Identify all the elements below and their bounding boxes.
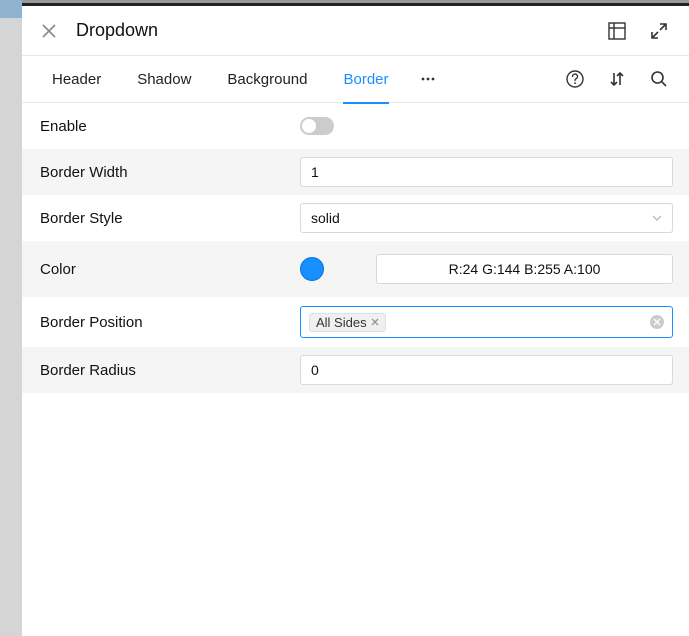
panel-title: Dropdown (76, 20, 607, 41)
prop-border-position: Border Position All Sides (22, 297, 689, 347)
tab-label: Shadow (137, 71, 191, 88)
prop-label: Border Style (38, 210, 300, 227)
select-value: solid (311, 210, 340, 226)
prop-label: Enable (38, 118, 300, 135)
help-icon[interactable] (565, 69, 585, 89)
border-radius-input[interactable] (300, 355, 673, 385)
search-icon[interactable] (649, 69, 669, 89)
chevron-down-icon (652, 215, 662, 221)
left-strip (0, 0, 22, 636)
tabs-more-icon[interactable] (407, 77, 449, 81)
properties-list: Enable Border Width Border Style solid (22, 103, 689, 393)
tab-background[interactable]: Background (209, 55, 325, 103)
prop-label: Border Radius (38, 362, 300, 379)
border-style-select[interactable]: solid (300, 203, 673, 233)
prop-label: Color (38, 261, 300, 278)
prop-label: Border Position (38, 314, 300, 331)
close-icon[interactable] (40, 22, 58, 40)
properties-panel: Dropdown Header Shadow Background Border (22, 3, 689, 636)
tag-label: All Sides (316, 315, 367, 330)
border-position-input[interactable]: All Sides (300, 306, 673, 338)
panel-header: Dropdown (22, 6, 689, 55)
tag-all-sides: All Sides (309, 313, 386, 332)
expand-icon[interactable] (649, 21, 669, 41)
prop-label: Border Width (38, 164, 300, 181)
sort-icon[interactable] (607, 69, 627, 89)
border-width-input[interactable] (300, 157, 673, 187)
layout-icon[interactable] (607, 21, 627, 41)
prop-enable: Enable (22, 103, 689, 149)
left-strip-accent (0, 0, 22, 18)
clear-all-icon[interactable] (650, 315, 664, 329)
tab-border[interactable]: Border (325, 55, 406, 103)
tag-remove-icon[interactable] (371, 318, 379, 326)
prop-color: Color R:24 G:144 B:255 A:100 (22, 241, 689, 297)
prop-border-width: Border Width (22, 149, 689, 195)
prop-border-radius: Border Radius (22, 347, 689, 393)
color-swatch[interactable] (300, 257, 324, 281)
enable-toggle[interactable] (300, 117, 334, 135)
color-value-input[interactable]: R:24 G:144 B:255 A:100 (376, 254, 673, 284)
tab-label: Header (52, 71, 101, 88)
prop-border-style: Border Style solid (22, 195, 689, 241)
tabs-bar: Header Shadow Background Border (22, 55, 689, 103)
tab-label: Border (343, 71, 388, 88)
tab-label: Background (227, 71, 307, 88)
tab-shadow[interactable]: Shadow (119, 55, 209, 103)
tab-header[interactable]: Header (34, 55, 119, 103)
